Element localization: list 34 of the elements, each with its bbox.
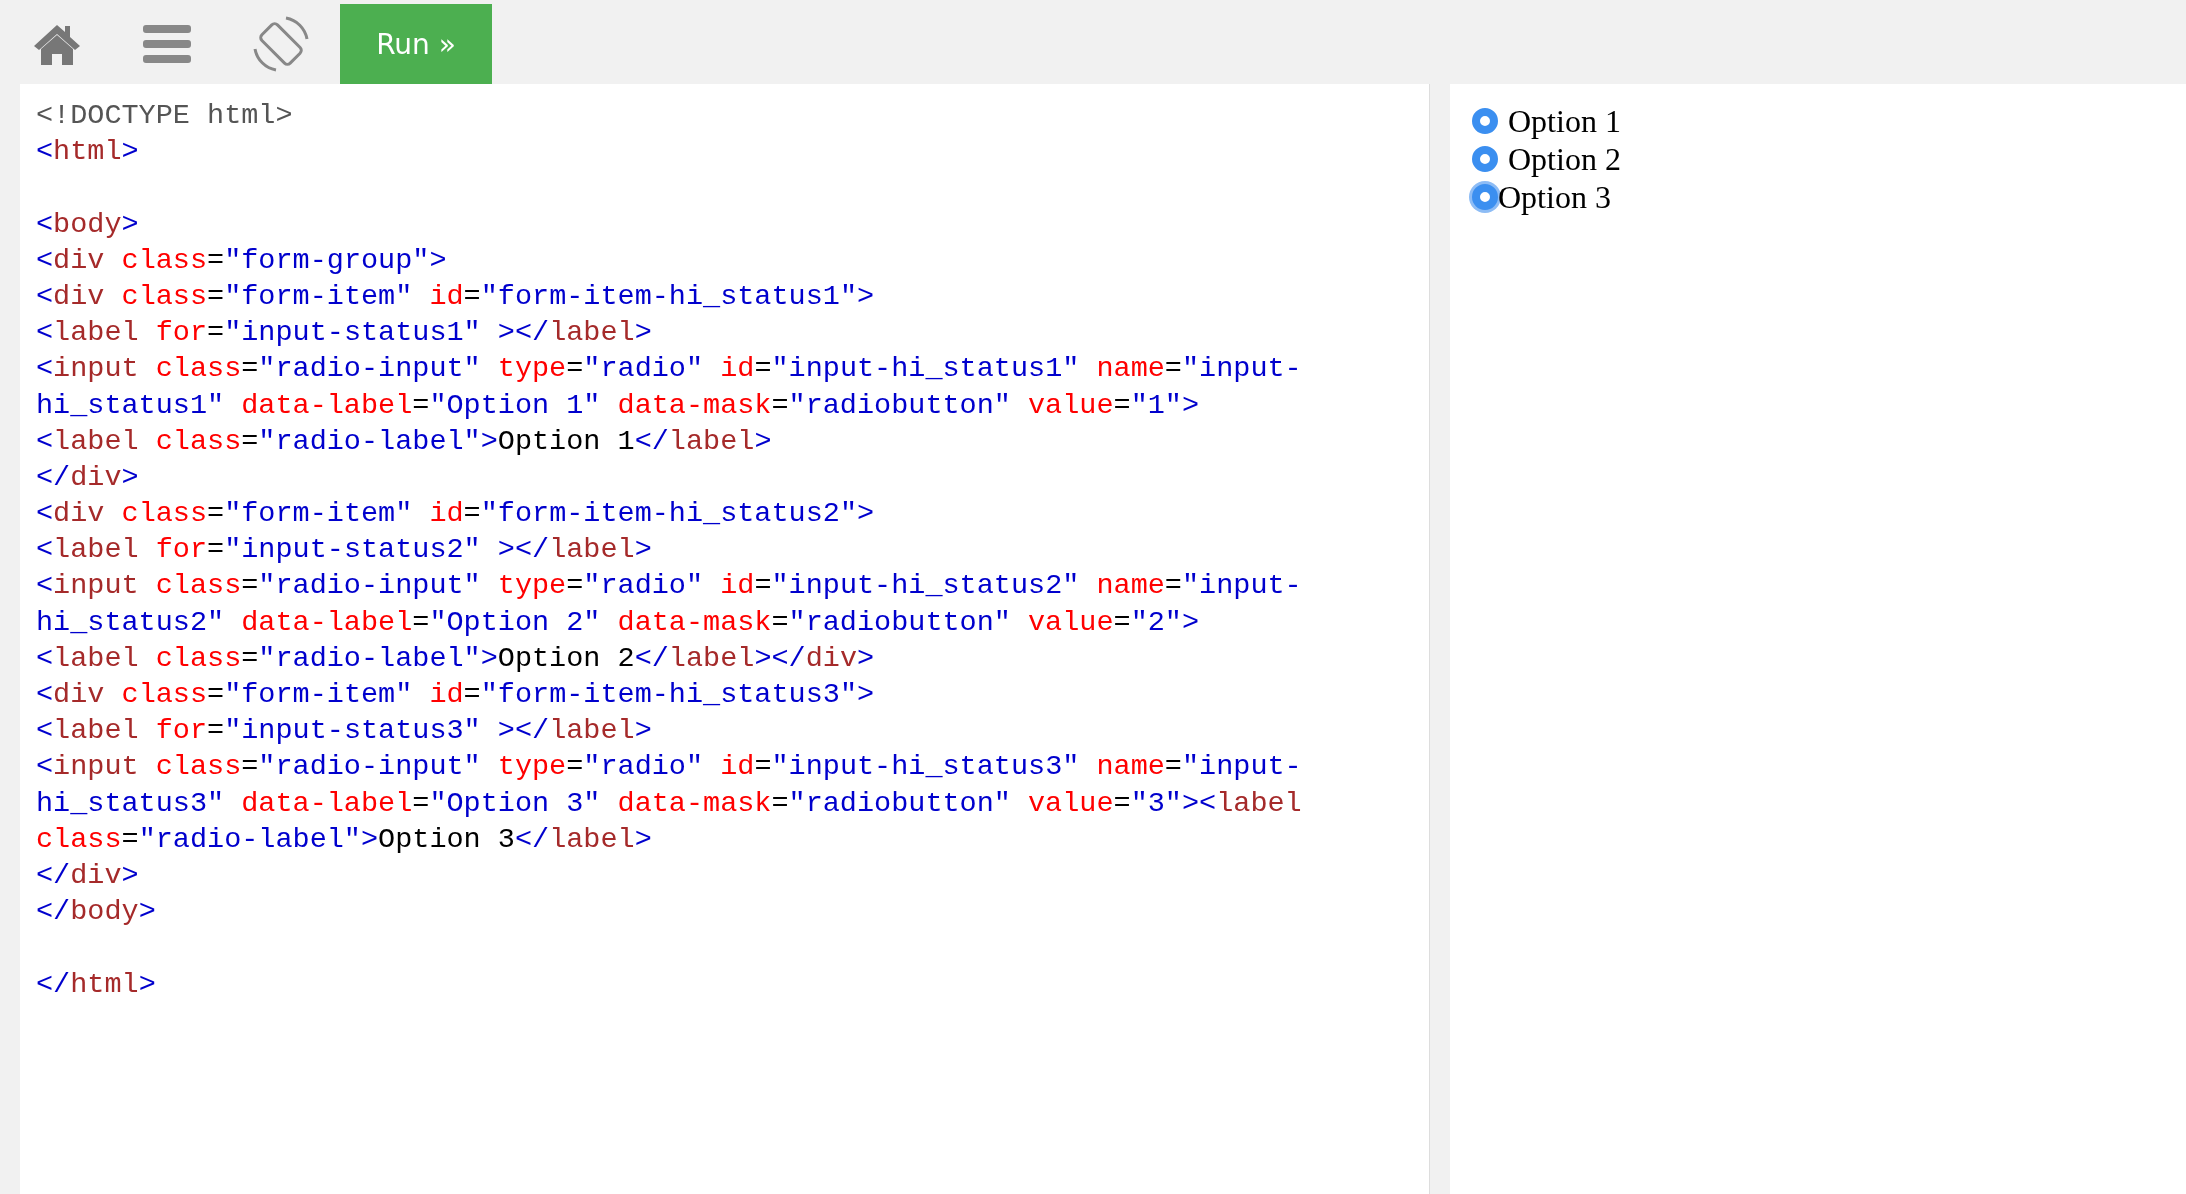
code-line: <div class="form-item" id="form-item-hi_status2">	[36, 497, 875, 531]
code-line: <input class="radio-input" type="radio" id="input-hi_status1" name="input-	[36, 352, 1302, 386]
option-label: Option 3	[1498, 178, 1611, 216]
code-line: <html>	[36, 135, 139, 169]
code-line: <label class="radio-label">Option 2</label></div>	[36, 641, 875, 675]
code-line: class="radio-label">Option 3</label>	[36, 822, 652, 856]
code-line: <div class="form-group">	[36, 243, 447, 277]
code-line: <input class="radio-input" type="radio" id="input-hi_status2" name="input-	[36, 569, 1302, 603]
option-label: Option 2	[1508, 140, 1621, 178]
run-button[interactable]: Run »	[340, 4, 492, 84]
code-line: <input class="radio-input" type="radio" id="input-hi_status3" name="input-	[36, 750, 1302, 784]
rotate-device-icon[interactable]	[252, 15, 310, 73]
code-line: </html>	[36, 967, 156, 1001]
home-icon[interactable]	[32, 22, 82, 66]
menu-icon[interactable]	[142, 22, 192, 66]
option-label: Option 1	[1508, 102, 1621, 140]
code-line: hi_status1" data-label="Option 1" data-mask="radiobutton" value="1">	[36, 388, 1200, 422]
code-editor[interactable]	[20, 84, 1430, 1194]
code-line: <label for="input-status1" ></label>	[36, 316, 652, 350]
code-line: <body>	[36, 207, 139, 241]
code-line: <label for="input-status3" ></label>	[36, 714, 652, 748]
code-line: hi_status2" data-label="Option 2" data-mask="radiobutton" value="2">	[36, 605, 1200, 639]
code-line: <label class="radio-label">Option 1</label>	[36, 424, 772, 458]
code-line: </div>	[36, 858, 139, 892]
code-line: </body>	[36, 895, 156, 929]
code-line: <div class="form-item" id="form-item-hi_status3">	[36, 678, 875, 711]
code-line: </div>	[36, 460, 139, 494]
radio-button[interactable]	[1472, 184, 1498, 210]
radio-button[interactable]	[1472, 108, 1498, 134]
code-line: hi_status3" data-label="Option 3" data-mask="radiobutton" value="3"><label	[36, 786, 1302, 820]
code-line: <div class="form-item" id="form-item-hi_status1">	[36, 279, 875, 313]
code-line: <!DOCTYPE html>	[36, 99, 293, 132]
code-line: <label for="input-status2" ></label>	[36, 533, 652, 567]
radio-button[interactable]	[1472, 146, 1498, 172]
